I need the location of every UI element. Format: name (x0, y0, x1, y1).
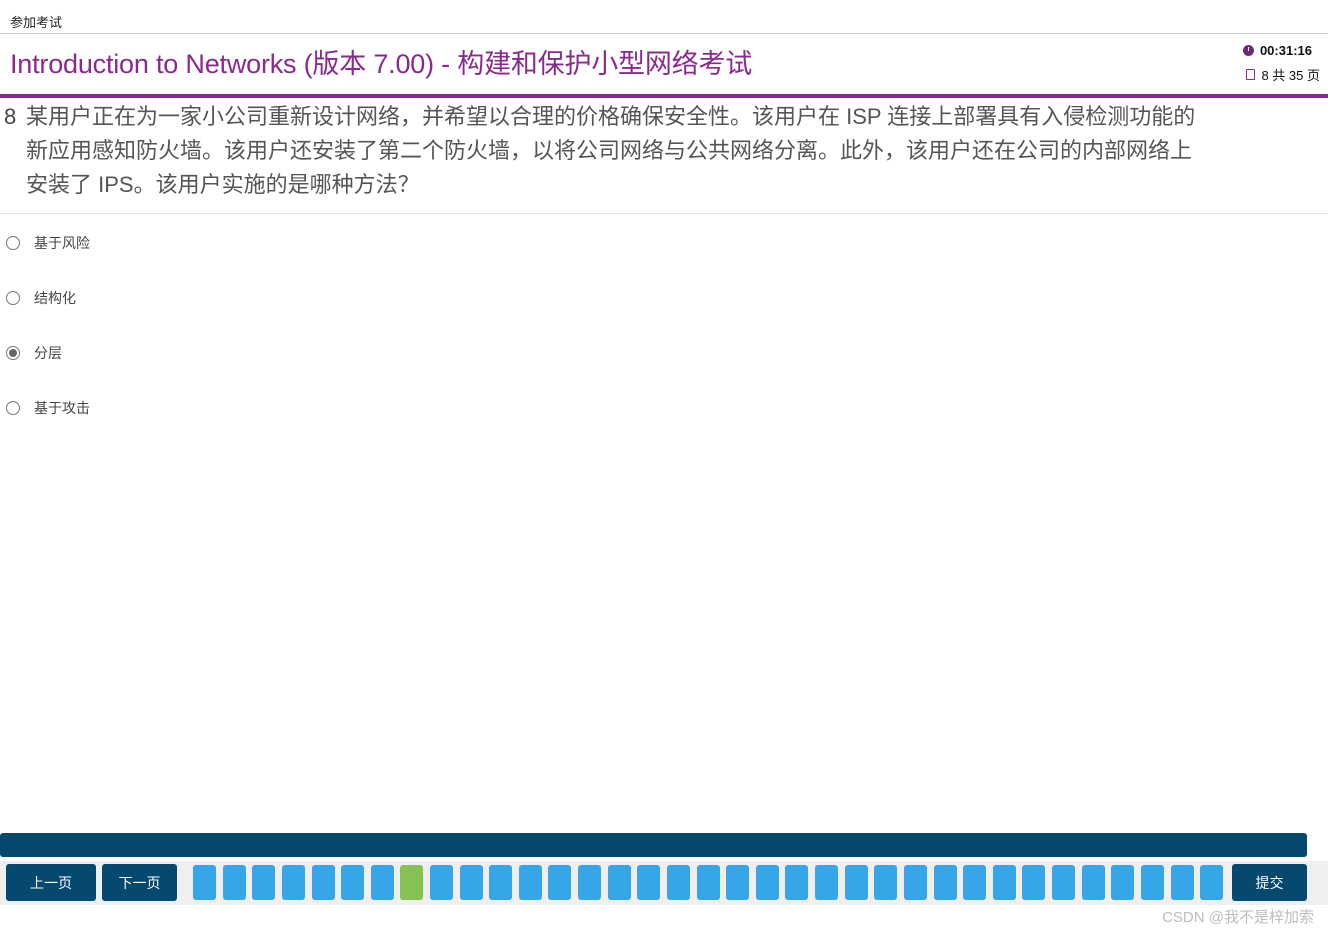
answer-option[interactable]: 基于风险 (6, 228, 90, 258)
question-nav-box[interactable] (815, 865, 838, 900)
answer-option[interactable]: 分层 (6, 338, 62, 368)
radio-button[interactable] (6, 291, 20, 305)
question-nav-box[interactable] (252, 865, 276, 900)
question-nav-box[interactable] (341, 865, 365, 900)
question-nav-box[interactable] (607, 865, 631, 900)
question-nav-box[interactable] (1052, 865, 1075, 900)
question-number: 8 (4, 104, 17, 129)
page-icon (1246, 69, 1256, 80)
question-nav-box[interactable] (311, 865, 335, 900)
question-nav-box[interactable] (1081, 865, 1105, 900)
question-nav-box[interactable] (578, 865, 602, 900)
page-indicator-text: 8 共 35 页 (1261, 68, 1320, 83)
question-nav-box[interactable] (222, 865, 246, 900)
radio-button[interactable] (6, 346, 20, 360)
question-text: 某用户正在为一家小公司重新设计网络，并希望以合理的价格确保安全性。该用户在 IS… (26, 104, 1196, 197)
question-nav-box[interactable] (1111, 865, 1135, 900)
progress-bar (0, 833, 1307, 857)
radio-button[interactable] (6, 401, 20, 415)
next-page-button[interactable]: 下一页 (102, 864, 177, 901)
question-nav-box[interactable] (400, 865, 424, 900)
question-nav-box[interactable] (963, 865, 987, 900)
question-nav-box[interactable] (785, 865, 809, 900)
breadcrumb: 参加考试 (10, 15, 63, 30)
navigation-bar: 上一页 下一页 提交 (0, 861, 1328, 905)
page-indicator: 8 共 35 页 (1246, 65, 1320, 84)
question-nav-box[interactable] (666, 865, 690, 900)
answer-option[interactable]: 基于攻击 (6, 393, 90, 423)
question-nav-box[interactable] (518, 865, 542, 900)
top-bar: 参加考试 (0, 0, 1328, 34)
question-nav-box[interactable] (370, 865, 394, 900)
question-nav-box[interactable] (696, 865, 720, 900)
question-block: 8 某用户正在为一家小公司重新设计网络，并希望以合理的价格确保安全性。该用户在 … (0, 100, 1328, 214)
watermark: CSDN @我不是梓加索 (1162, 909, 1314, 926)
answer-option-label: 结构化 (34, 290, 76, 306)
exam-header: Introduction to Networks (版本 7.00) - 构建和… (0, 34, 1328, 94)
question-nav-box[interactable] (844, 865, 868, 900)
previous-page-button[interactable]: 上一页 (6, 864, 96, 901)
header-divider (0, 94, 1328, 98)
question-nav-box[interactable] (903, 865, 927, 900)
radio-button[interactable] (6, 236, 20, 250)
timer-value: 00:31:16 (1259, 43, 1312, 58)
question-nav-box[interactable] (637, 865, 661, 900)
question-nav-box[interactable] (726, 865, 750, 900)
question-nav-box[interactable] (459, 865, 483, 900)
question-nav-box[interactable] (489, 865, 513, 900)
answer-option-label: 基于风险 (34, 235, 90, 251)
question-nav-box[interactable] (933, 865, 957, 900)
question-nav-box[interactable] (1200, 865, 1224, 900)
question-nav-box[interactable] (430, 865, 453, 900)
question-nav-box[interactable] (755, 865, 779, 900)
submit-button[interactable]: 提交 (1232, 864, 1307, 901)
answer-option-label: 基于攻击 (34, 400, 90, 416)
question-nav-box[interactable] (1170, 865, 1194, 900)
answer-option-label: 分层 (34, 345, 62, 361)
question-nav-box[interactable] (1022, 865, 1046, 900)
clock-icon (1242, 45, 1254, 56)
question-nav-box[interactable] (1140, 865, 1164, 900)
question-nav-box[interactable] (992, 865, 1016, 900)
page-title: Introduction to Networks (版本 7.00) - 构建和… (10, 49, 753, 79)
timer: 00:31:16 (1242, 43, 1312, 58)
question-nav-box[interactable] (548, 865, 572, 900)
question-nav-box[interactable] (281, 865, 305, 900)
question-nav-box[interactable] (193, 865, 216, 900)
question-nav-box[interactable] (874, 865, 898, 900)
answer-option[interactable]: 结构化 (6, 283, 76, 313)
